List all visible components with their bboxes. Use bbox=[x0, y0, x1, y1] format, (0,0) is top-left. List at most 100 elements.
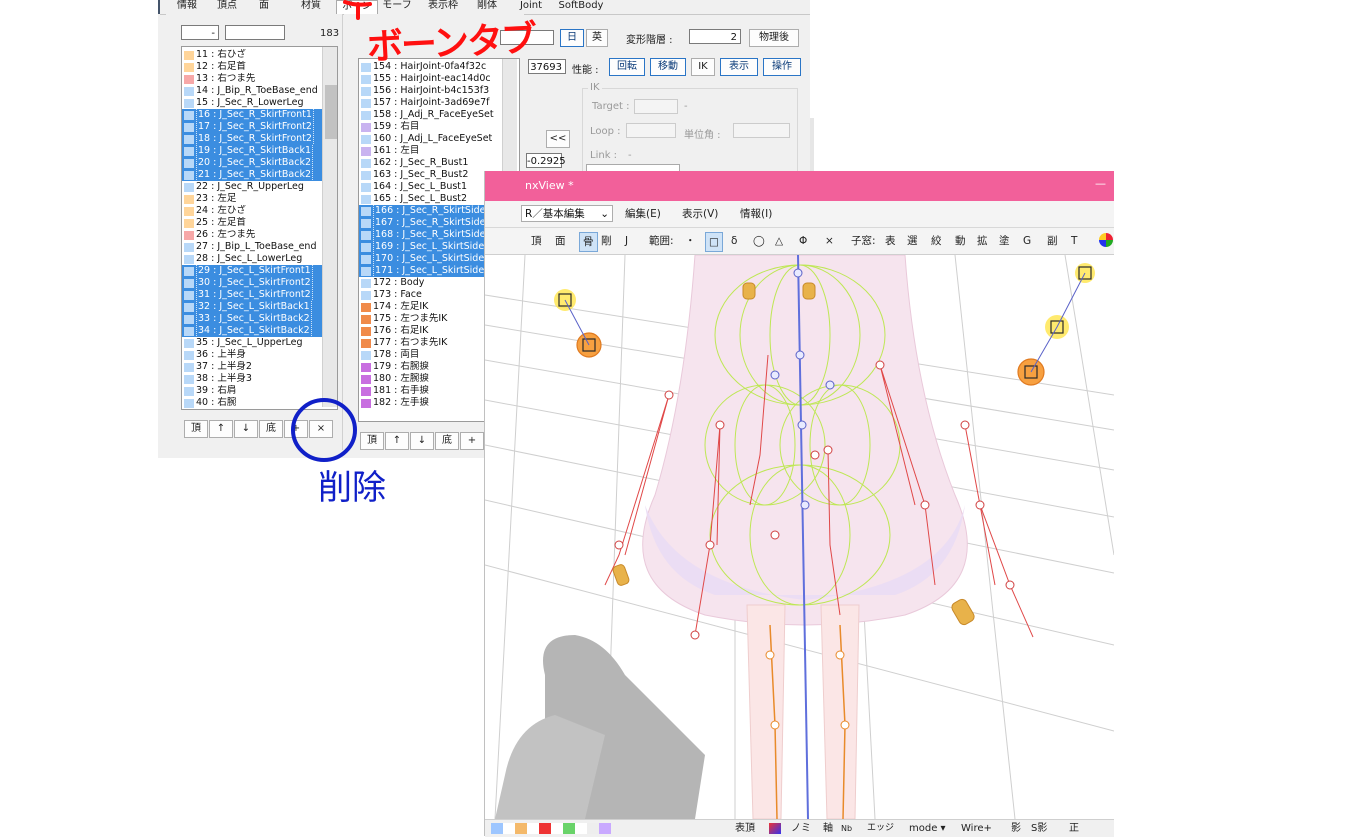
add-button[interactable]: + bbox=[460, 432, 484, 450]
down-button[interactable]: ↓ bbox=[234, 420, 258, 438]
operate-toggle[interactable]: 操作 bbox=[763, 58, 801, 76]
move-toggle[interactable]: 移動 bbox=[650, 58, 686, 76]
bone-list-item[interactable]: 19 : J_Sec_R_SkirtBack1 bbox=[182, 145, 337, 157]
bone-list-item[interactable]: 21 : J_Sec_R_SkirtBack2 bbox=[182, 169, 337, 181]
scroll-thumb[interactable] bbox=[325, 85, 337, 139]
collapse-button[interactable]: << bbox=[546, 130, 570, 148]
status-nb[interactable]: Nb bbox=[841, 820, 852, 837]
lang-ja-button[interactable]: 日 bbox=[560, 29, 584, 47]
status-wire[interactable]: Wire+ bbox=[961, 820, 992, 837]
after-physics-button[interactable]: 物理後 bbox=[749, 29, 799, 47]
status-axis[interactable]: 軸 bbox=[823, 820, 833, 837]
bone-list-item[interactable]: 22 : J_Sec_R_UpperLeg bbox=[182, 181, 337, 193]
status-ortho[interactable]: 正 bbox=[1069, 820, 1079, 837]
bone-list-item[interactable]: 34 : J_Sec_L_SkirtBack2 bbox=[182, 325, 337, 337]
bone-list-item[interactable]: 160 : J_Adj_L_FaceEyeSet bbox=[359, 133, 519, 145]
bone-list-item[interactable]: 158 : J_Adj_R_FaceEyeSet bbox=[359, 109, 519, 121]
toolbar-item[interactable]: 動 bbox=[955, 228, 966, 254]
toolbar-item[interactable]: G bbox=[1023, 228, 1031, 254]
minimize-button[interactable]: — bbox=[1095, 177, 1106, 190]
status-mode[interactable]: mode ▾ bbox=[909, 820, 946, 837]
toolbar-item[interactable]: 選 bbox=[907, 228, 918, 254]
bone-list-item[interactable]: 16 : J_Sec_R_SkirtFront1 bbox=[182, 109, 337, 121]
bone-list-item[interactable]: 25 : 左足首 bbox=[182, 217, 337, 229]
up-button[interactable]: ↑ bbox=[209, 420, 233, 438]
bone-list-item[interactable]: 15 : J_Sec_R_LowerLeg bbox=[182, 97, 337, 109]
toolbar-item[interactable]: 子窓: bbox=[851, 228, 876, 254]
bone-list-item[interactable]: 26 : 左つま先 bbox=[182, 229, 337, 241]
toolbar-item[interactable]: 骨 bbox=[579, 232, 598, 252]
toolbar-item[interactable]: Φ bbox=[799, 228, 807, 254]
bone-list-item[interactable]: 36 : 上半身 bbox=[182, 349, 337, 361]
toolbar-item[interactable]: 頂 bbox=[531, 228, 542, 254]
mode-dropdown[interactable]: R／基本編集 ⌄ bbox=[521, 205, 613, 222]
top-button[interactable]: 頂 bbox=[184, 420, 208, 438]
status-edge[interactable]: エッジ bbox=[867, 820, 894, 837]
toolbar-item[interactable]: 塗 bbox=[999, 228, 1010, 254]
color-swatch-icon[interactable] bbox=[769, 823, 781, 834]
status-nomi[interactable]: ノミ bbox=[791, 820, 811, 837]
bone-list-item[interactable]: 30 : J_Sec_L_SkirtFront2 bbox=[182, 277, 337, 289]
status-shadow[interactable]: 影 bbox=[1011, 820, 1021, 837]
bone-list[interactable]: 11 : 右ひざ 12 : 右足首 13 : 右つま先 14 : J_Bip_R_To… bbox=[181, 46, 338, 410]
bone-list-scrollbar[interactable] bbox=[322, 47, 337, 407]
axis-gizmo-icon[interactable] bbox=[1099, 233, 1113, 247]
bottom-button[interactable]: 底 bbox=[435, 432, 459, 450]
down-button[interactable]: ↓ bbox=[410, 432, 434, 450]
toolbar-item[interactable]: □ bbox=[705, 232, 723, 252]
display-toggle[interactable]: 表示 bbox=[720, 58, 758, 76]
bone-list-item[interactable]: 32 : J_Sec_L_SkirtBack1 bbox=[182, 301, 337, 313]
bone-list-item[interactable]: 161 : 左目 bbox=[359, 145, 519, 157]
ik-toggle[interactable]: IK bbox=[691, 58, 715, 76]
bone-list-item[interactable]: 29 : J_Sec_L_SkirtFront1 bbox=[182, 265, 337, 277]
toolbar-item[interactable]: ・ bbox=[685, 228, 696, 254]
bone-list-item[interactable]: 12 : 右足首 bbox=[182, 61, 337, 73]
rotate-toggle[interactable]: 回転 bbox=[609, 58, 645, 76]
status-vertex[interactable]: 表頂 bbox=[735, 820, 755, 837]
scene-render[interactable] bbox=[485, 255, 1114, 819]
lang-en-button[interactable]: 英 bbox=[586, 29, 608, 47]
status-s-shadow[interactable]: S影 bbox=[1031, 820, 1047, 837]
menu-info[interactable]: 情報(I) bbox=[740, 201, 772, 227]
bone-list-item[interactable]: 159 : 右目 bbox=[359, 121, 519, 133]
bone-list-item[interactable]: 28 : J_Sec_L_LowerLeg bbox=[182, 253, 337, 265]
toolbar-item[interactable]: △ bbox=[775, 228, 783, 254]
bone-list-item[interactable]: 162 : J_Sec_R_Bust1 bbox=[359, 157, 519, 169]
bone-list-item[interactable]: 23 : 左足 bbox=[182, 193, 337, 205]
bottom-button[interactable]: 底 bbox=[259, 420, 283, 438]
bone-name-search[interactable] bbox=[225, 25, 285, 40]
toolbar-item[interactable]: 剛 bbox=[601, 228, 612, 254]
bone-list-item[interactable]: 13 : 右つま先 bbox=[182, 73, 337, 85]
bone-list-item[interactable]: 20 : J_Sec_R_SkirtBack2 bbox=[182, 157, 337, 169]
bone-list-item[interactable]: 24 : 左ひざ bbox=[182, 205, 337, 217]
bone-list-item[interactable]: 35 : J_Sec_L_UpperLeg bbox=[182, 337, 337, 349]
toolbar-item[interactable]: 面 bbox=[555, 228, 566, 254]
tab-face[interactable]: 面 bbox=[252, 0, 276, 13]
bone-list-item[interactable]: 11 : 右ひざ bbox=[182, 49, 337, 61]
bone-list-item[interactable]: 38 : 上半身3 bbox=[182, 373, 337, 385]
toolbar-item[interactable]: ◯ bbox=[753, 228, 765, 254]
bone-list-item[interactable]: 17 : J_Sec_R_SkirtFront2 bbox=[182, 121, 337, 133]
toolbar-item[interactable]: 副 bbox=[1047, 228, 1058, 254]
toolbar-item[interactable]: 表 bbox=[885, 228, 896, 254]
toolbar-item[interactable]: J bbox=[625, 228, 628, 254]
toolbar-item[interactable]: δ bbox=[731, 228, 737, 254]
toolbar-item[interactable]: 拡 bbox=[977, 228, 988, 254]
bone-list-item[interactable]: 33 : J_Sec_L_SkirtBack2 bbox=[182, 313, 337, 325]
toolbar-item[interactable]: × bbox=[825, 228, 834, 254]
menu-view[interactable]: 表示(V) bbox=[682, 201, 718, 227]
bone-list-item[interactable]: 37 : 上半身2 bbox=[182, 361, 337, 373]
index-spinner[interactable]: - bbox=[181, 25, 219, 40]
up-button[interactable]: ↑ bbox=[385, 432, 409, 450]
viewport-3d[interactable] bbox=[485, 255, 1114, 819]
toolbar-item[interactable]: T bbox=[1071, 228, 1077, 254]
tab-material[interactable]: 材質 bbox=[296, 0, 326, 13]
tab-info[interactable]: 情報 bbox=[172, 0, 202, 13]
tab-softbody[interactable]: SoftBody bbox=[556, 0, 606, 13]
bone-list-item[interactable]: 31 : J_Sec_L_SkirtFront2 bbox=[182, 289, 337, 301]
render-toggles-icon[interactable] bbox=[491, 823, 611, 834]
bone-list-item[interactable]: 27 : J_Bip_L_ToeBase_end bbox=[182, 241, 337, 253]
bone-list-item[interactable]: 14 : J_Bip_R_ToeBase_end bbox=[182, 85, 337, 97]
toolbar-item[interactable]: 絞 bbox=[931, 228, 942, 254]
value-field[interactable]: -0.2925 bbox=[526, 153, 566, 168]
